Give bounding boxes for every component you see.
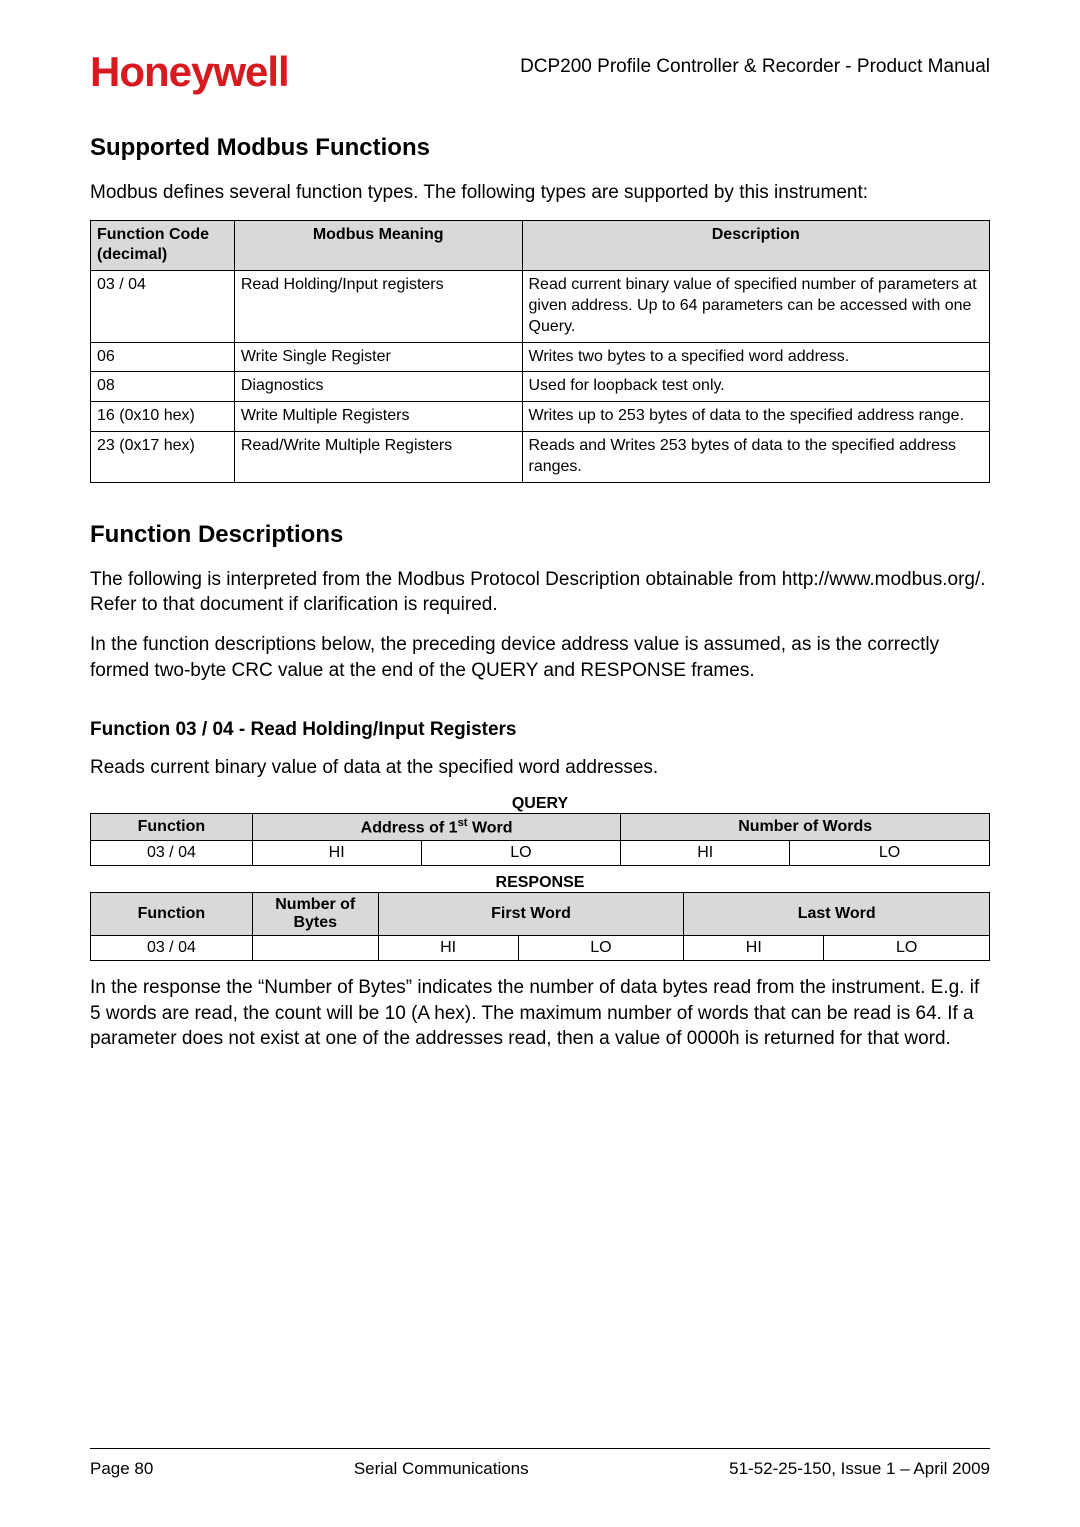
document-title: DCP200 Profile Controller & Recorder - P… — [520, 48, 990, 78]
response-table: Function Number of Bytes First Word Last… — [90, 892, 990, 961]
cell-func: 03 / 04 — [91, 841, 253, 866]
section3-intro: Reads current binary value of data at th… — [90, 755, 990, 781]
query-header-func: Function — [91, 813, 253, 840]
cell-code: 06 — [91, 342, 235, 372]
cell-meaning: Read Holding/Input registers — [234, 271, 522, 342]
cell-desc: Writes up to 253 bytes of data to the sp… — [522, 402, 990, 432]
cell-desc: Reads and Writes 253 bytes of data to th… — [522, 432, 990, 483]
cell-lo: LO — [790, 841, 990, 866]
resp-header-first: First Word — [378, 893, 684, 936]
col-header-desc: Description — [522, 220, 990, 271]
cell-hi: HI — [378, 936, 518, 961]
query-table: Function Address of 1st Word Number of W… — [90, 813, 990, 866]
table-row: 08 Diagnostics Used for loopback test on… — [91, 372, 990, 402]
cell-hi: HI — [621, 841, 790, 866]
cell-lo: LO — [824, 936, 990, 961]
cell-hi: HI — [684, 936, 824, 961]
table-row: 03 / 04 HI LO HI LO — [91, 936, 990, 961]
cell-code: 16 (0x10 hex) — [91, 402, 235, 432]
cell-desc: Writes two bytes to a specified word add… — [522, 342, 990, 372]
cell-code: 08 — [91, 372, 235, 402]
query-header-addr: Address of 1st Word — [252, 813, 621, 840]
section-title-funcdesc: Function Descriptions — [90, 521, 990, 549]
resp-header-nbytes: Number of Bytes — [252, 893, 378, 936]
table-row: 06 Write Single Register Writes two byte… — [91, 342, 990, 372]
resp-header-last: Last Word — [684, 893, 990, 936]
cell-lo: LO — [421, 841, 621, 866]
footer-docref: 51-52-25-150, Issue 1 – April 2009 — [729, 1459, 990, 1479]
cell-meaning: Write Single Register — [234, 342, 522, 372]
cell-code: 23 (0x17 hex) — [91, 432, 235, 483]
cell-nbytes — [252, 936, 378, 961]
footer-section: Serial Communications — [354, 1459, 529, 1479]
query-label: QUERY — [90, 795, 990, 813]
section-title-supported: Supported Modbus Functions — [90, 134, 990, 162]
logo: Honeywell — [90, 48, 289, 96]
resp-header-func: Function — [91, 893, 253, 936]
cell-desc: Read current binary value of specified n… — [522, 271, 990, 342]
table-row: 03 / 04 HI LO HI LO — [91, 841, 990, 866]
cell-meaning: Read/Write Multiple Registers — [234, 432, 522, 483]
cell-meaning: Write Multiple Registers — [234, 402, 522, 432]
section1-intro: Modbus defines several function types. T… — [90, 180, 990, 206]
cell-code: 03 / 04 — [91, 271, 235, 342]
table-row: 16 (0x10 hex) Write Multiple Registers W… — [91, 402, 990, 432]
query-header-num: Number of Words — [621, 813, 990, 840]
table-row: 03 / 04 Read Holding/Input registers Rea… — [91, 271, 990, 342]
subsection-title-0304: Function 03 / 04 - Read Holding/Input Re… — [90, 719, 990, 741]
section2-para2: In the function descriptions below, the … — [90, 632, 990, 683]
section2-para1: The following is interpreted from the Mo… — [90, 567, 990, 618]
cell-meaning: Diagnostics — [234, 372, 522, 402]
page-header: Honeywell DCP200 Profile Controller & Re… — [90, 48, 990, 96]
page-footer: Page 80 Serial Communications 51-52-25-1… — [90, 1448, 990, 1479]
cell-lo: LO — [518, 936, 684, 961]
section3-outro: In the response the “Number of Bytes” in… — [90, 975, 990, 1052]
cell-func: 03 / 04 — [91, 936, 253, 961]
footer-page: Page 80 — [90, 1459, 153, 1479]
cell-desc: Used for loopback test only. — [522, 372, 990, 402]
col-header-meaning: Modbus Meaning — [234, 220, 522, 271]
response-label: RESPONSE — [90, 874, 990, 892]
table-row: 23 (0x17 hex) Read/Write Multiple Regist… — [91, 432, 990, 483]
modbus-functions-table: Function Code (decimal) Modbus Meaning D… — [90, 220, 990, 483]
col-header-code: Function Code (decimal) — [91, 220, 235, 271]
cell-hi: HI — [252, 841, 421, 866]
